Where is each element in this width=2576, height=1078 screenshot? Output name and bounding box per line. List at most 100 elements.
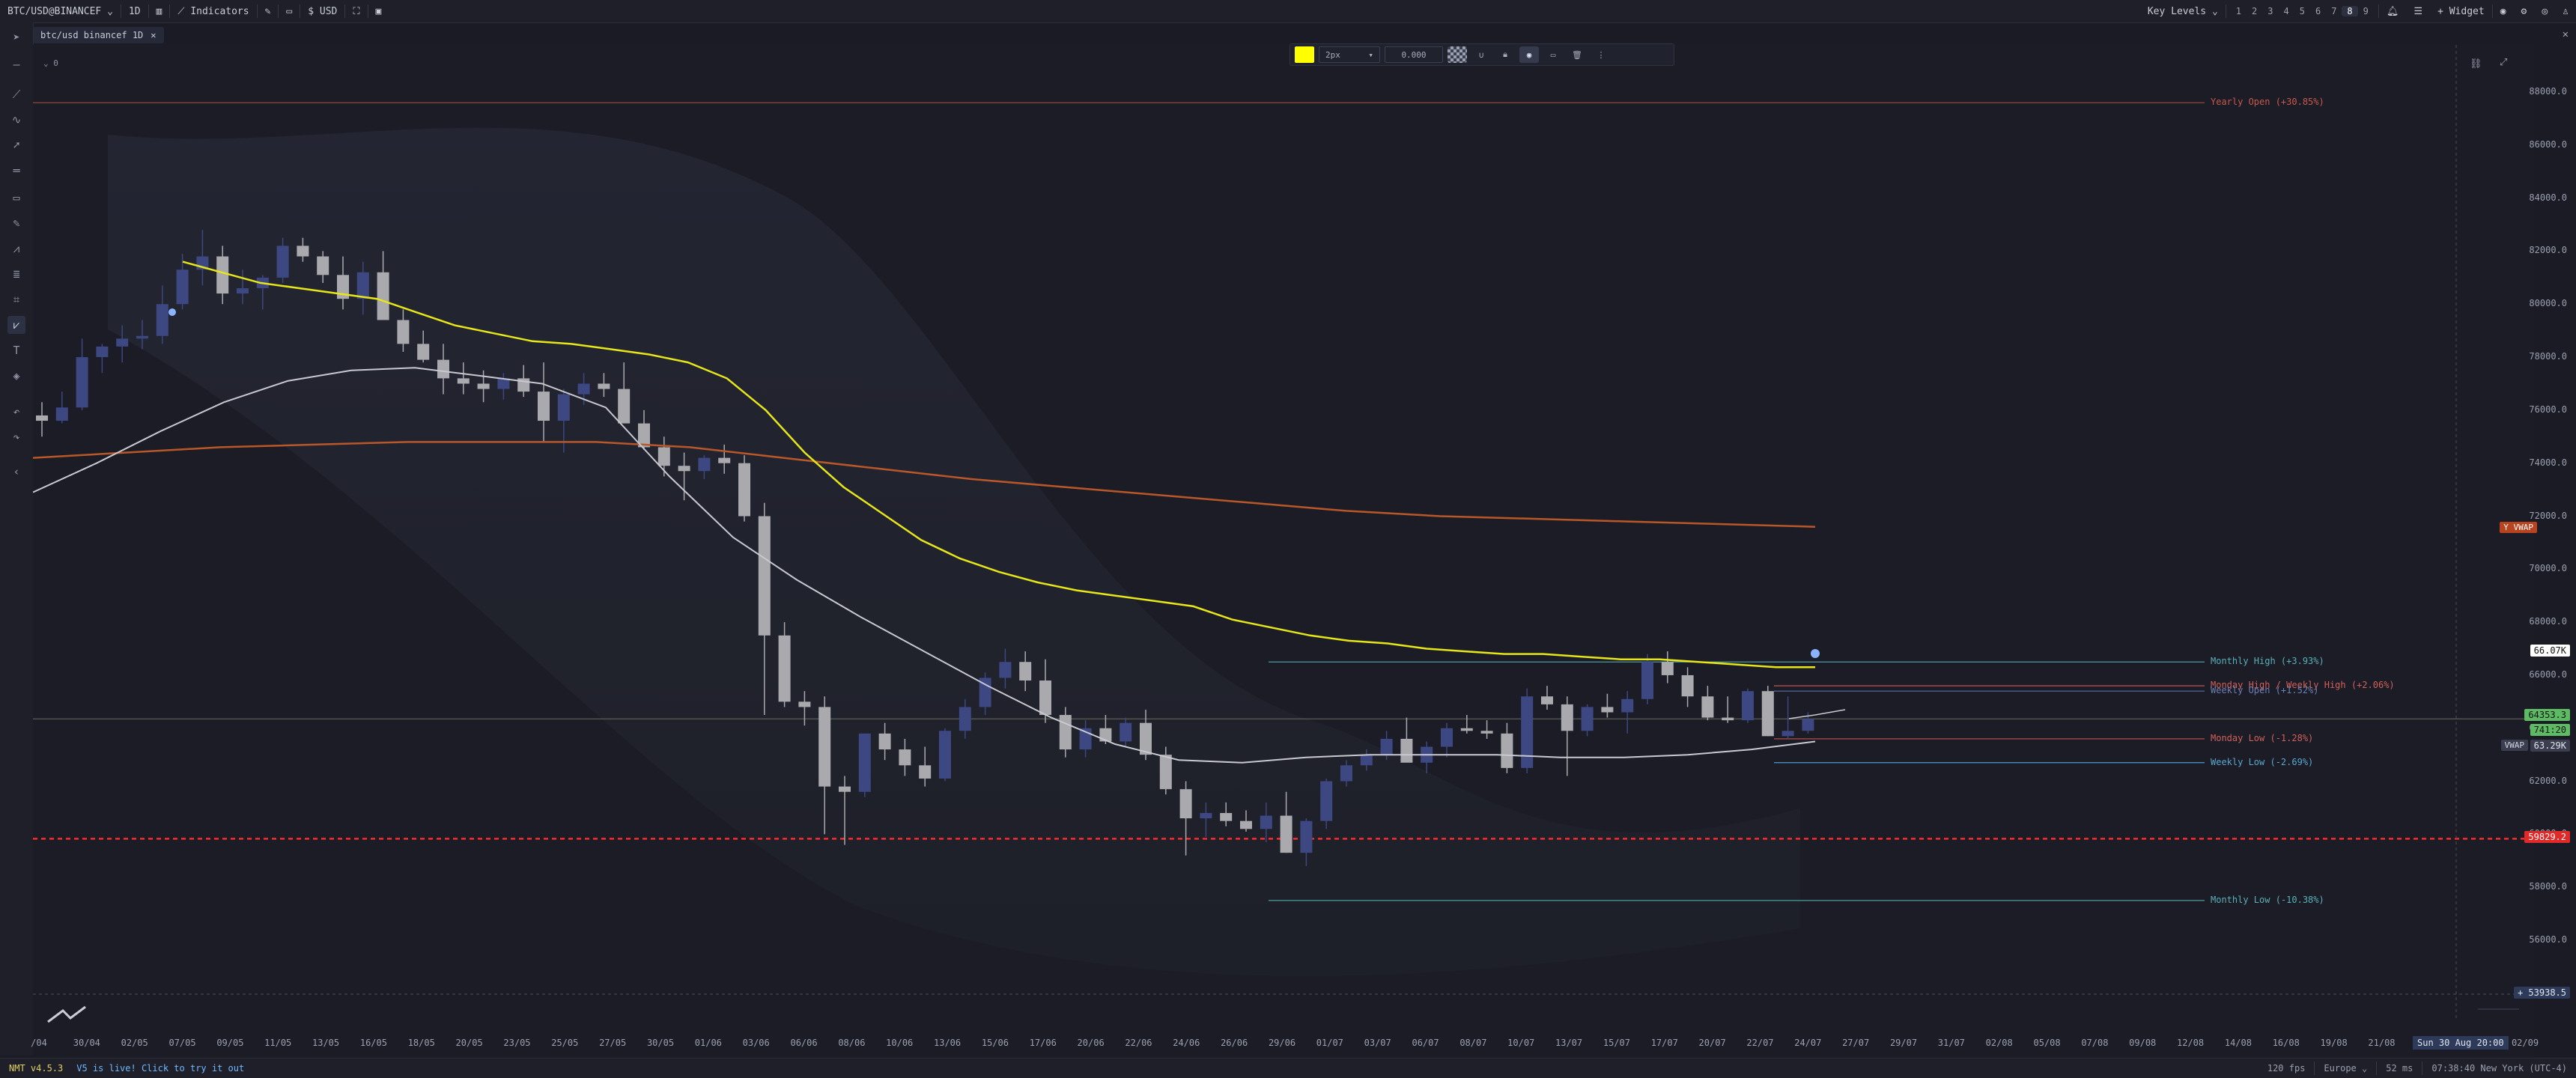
layers-icon[interactable]: ◈: [7, 367, 25, 385]
candle-body: [1059, 715, 1072, 750]
horizontal-line-icon[interactable]: —: [7, 55, 25, 73]
lock-icon[interactable]: 🔒︎: [1495, 46, 1515, 63]
chart-line-icon[interactable]: ⩘: [7, 240, 25, 258]
layout-button-9[interactable]: 9: [2358, 6, 2374, 16]
price-tick-label: 66000.0: [2529, 669, 2567, 680]
network-button[interactable]: ◎: [2534, 0, 2555, 22]
time-tick-label: 02/09: [2511, 1038, 2539, 1048]
alerts-button[interactable]: 🔔︎: [2379, 0, 2407, 22]
time-tick-label: 13/07: [1555, 1038, 1583, 1048]
layout-button-2[interactable]: 2: [2247, 6, 2262, 16]
layout-button-8[interactable]: 8: [2342, 6, 2358, 16]
time-tick-label: 15/06: [981, 1038, 1009, 1048]
candle: [1742, 688, 1754, 723]
path-icon[interactable]: ∿: [7, 111, 25, 129]
candles-icon: ▥: [156, 5, 162, 17]
expand-icon[interactable]: ⤢: [2500, 57, 2507, 68]
account-button[interactable]: ♙: [2555, 0, 2576, 22]
candle-body: [798, 701, 811, 707]
folder-icon[interactable]: ▭: [1543, 46, 1563, 63]
list-button[interactable]: ☰: [2406, 0, 2430, 22]
arrow-icon[interactable]: ➚: [7, 136, 25, 154]
key-levels-button[interactable]: Key Levels ⌄: [2140, 0, 2226, 22]
layout-button-6[interactable]: 6: [2310, 6, 2326, 16]
eye-icon[interactable]: ◉: [1519, 46, 1539, 63]
candle-body: [818, 707, 831, 787]
screenshot-button[interactable]: ◉: [2493, 0, 2514, 22]
save-button[interactable]: ▣: [368, 0, 389, 22]
candle-body: [417, 344, 430, 360]
collapse-sidebar-icon[interactable]: ‹: [7, 463, 25, 481]
add-widget-button[interactable]: + Widget: [2430, 0, 2492, 22]
trash-icon[interactable]: 🗑︎: [1567, 46, 1587, 63]
undo-icon[interactable]: ↶: [7, 403, 25, 421]
opacity-field[interactable]: 0.000: [1385, 46, 1443, 63]
layout-selector: 123456789: [2226, 6, 2378, 16]
time-tick-label: 16/08: [2272, 1038, 2300, 1048]
chart-tab-label: btc/usd binancef 1D: [40, 30, 144, 40]
magnet-icon[interactable]: ∪: [1471, 46, 1491, 63]
anchor-point[interactable]: [1811, 649, 1820, 658]
time-tick-label: 31/07: [1937, 1038, 1965, 1048]
link-icon[interactable]: ⛓: [2470, 58, 2482, 70]
brush-icon[interactable]: ✎: [7, 214, 25, 232]
candle-body: [1661, 662, 1674, 675]
folder-button[interactable]: ▭: [279, 0, 300, 22]
text-icon[interactable]: T: [7, 341, 25, 359]
layout-button-5[interactable]: 5: [2294, 6, 2310, 16]
line-width-select[interactable]: 2px ▾: [1319, 46, 1380, 63]
ruler-icon[interactable]: ⌗: [7, 290, 25, 308]
cursor-icon[interactable]: ➤: [7, 28, 25, 46]
measure-icon[interactable]: ⩗: [7, 316, 25, 334]
transparency-icon[interactable]: [1448, 46, 1467, 63]
indicator-collapse[interactable]: ⌄ 0: [43, 58, 58, 68]
candle-body: [437, 359, 449, 379]
candle-body: [237, 288, 249, 294]
fullscreen-icon: ⛶: [353, 5, 360, 17]
time-axis[interactable]: /04 30/04 02/05 07/05 09/05 11/05 13/05 16/05 18…: [31, 1036, 2539, 1053]
drag-handle-icon[interactable]: ⋮: [1591, 46, 1611, 63]
countdown-badge: 741:20: [2530, 724, 2570, 736]
time-tick-label: 01/06: [694, 1038, 722, 1048]
symbol-selector[interactable]: BTC/USD@BINANCEF ⌄: [0, 0, 121, 22]
redo-icon[interactable]: ↷: [7, 428, 25, 446]
currency-button[interactable]: $ USD: [300, 0, 344, 22]
price-tick-label: 74000.0: [2529, 457, 2567, 468]
layout-button-3[interactable]: 3: [2262, 6, 2278, 16]
layout-button-1[interactable]: 1: [2231, 6, 2247, 16]
v5-notice-link[interactable]: V5 is live! Click to try it out: [72, 1063, 249, 1074]
candle-body: [1019, 662, 1032, 681]
anchor-point[interactable]: [168, 308, 176, 316]
fps-label: 120 fps: [2267, 1063, 2306, 1074]
candle-body: [878, 733, 891, 750]
interval-selector[interactable]: 1D: [121, 0, 148, 22]
close-icon[interactable]: ✕: [2563, 28, 2569, 40]
candle: [858, 733, 871, 797]
candle-body: [1200, 813, 1212, 819]
chevron-down-icon: ⌄: [2362, 1063, 2368, 1074]
indicators-button[interactable]: ⟋ Indicators: [170, 0, 256, 22]
parallel-lines-icon[interactable]: ═: [7, 162, 25, 180]
region-select[interactable]: Europe ⌄: [2315, 1063, 2376, 1074]
clock-label[interactable]: 07:38:40 New York (UTC-4): [2422, 1063, 2576, 1074]
chart-tab[interactable]: btc/usd binancef 1D ✕: [33, 27, 164, 43]
candle-body: [1722, 717, 1734, 721]
fib-icon[interactable]: ≣: [7, 265, 25, 283]
color-swatch[interactable]: [1295, 46, 1314, 63]
rectangle-icon[interactable]: ▭: [7, 189, 25, 207]
layout-button-4[interactable]: 4: [2278, 6, 2294, 16]
chart-type-button[interactable]: ▥: [149, 0, 170, 22]
price-chart[interactable]: [33, 45, 2534, 1063]
price-tick-label: 70000.0: [2529, 563, 2567, 574]
settings-button[interactable]: ⚙: [2514, 0, 2535, 22]
candle-body: [1742, 691, 1754, 721]
fullscreen-button[interactable]: ⛶: [345, 0, 367, 22]
trend-line-icon[interactable]: ⟋: [7, 85, 25, 103]
chart-tabs: btc/usd binancef 1D ✕: [33, 25, 164, 45]
symbol-label: BTC/USD@BINANCEF: [7, 5, 102, 17]
layout-button-7[interactable]: 7: [2326, 6, 2342, 16]
draw-button[interactable]: ✎: [258, 0, 279, 22]
close-icon[interactable]: ✕: [151, 30, 156, 40]
time-tick-label: 30/04: [73, 1038, 100, 1048]
candle-body: [1220, 813, 1233, 821]
